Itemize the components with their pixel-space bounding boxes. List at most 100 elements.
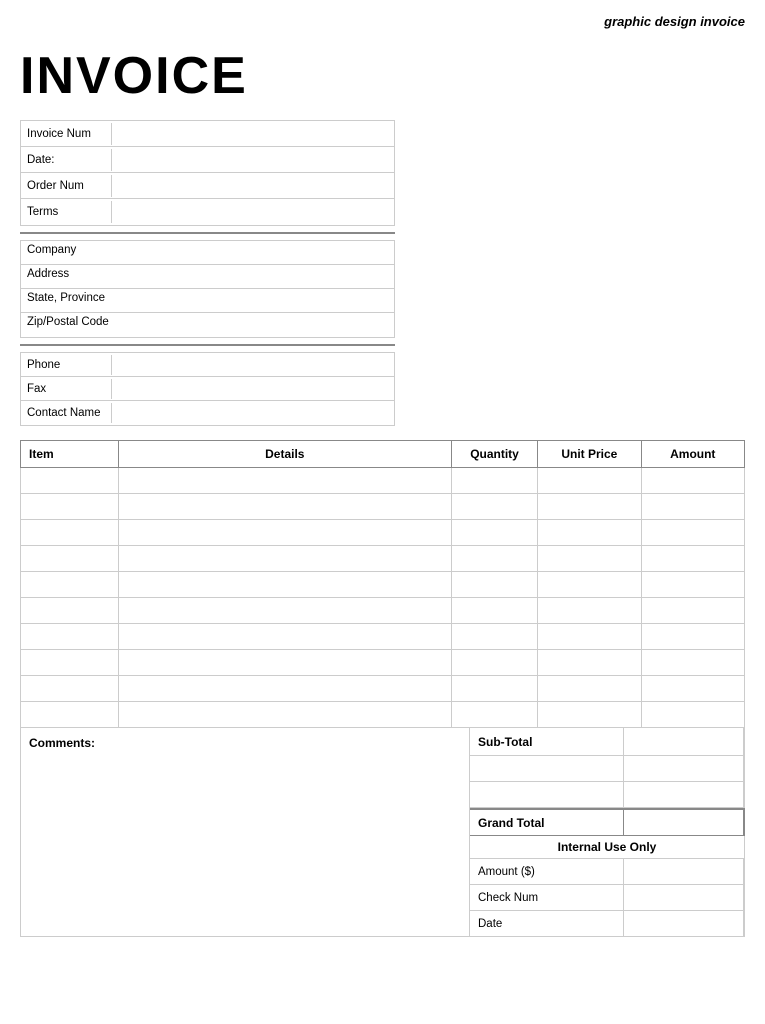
amount-dollar-value[interactable]: [624, 859, 744, 884]
details-cell[interactable]: [118, 598, 451, 624]
qty-cell[interactable]: [451, 624, 537, 650]
grand-total-value[interactable]: [624, 810, 744, 835]
item-cell[interactable]: [21, 520, 119, 546]
date-label: Date:: [21, 151, 111, 169]
price-cell[interactable]: [538, 624, 641, 650]
price-cell[interactable]: [538, 546, 641, 572]
item-cell[interactable]: [21, 468, 119, 494]
item-cell[interactable]: [21, 676, 119, 702]
contact-name-value[interactable]: [111, 403, 394, 423]
document-type-label: graphic design invoice: [604, 14, 745, 29]
amount-dollar-label: Amount ($): [470, 859, 624, 884]
invoice-num-value[interactable]: [111, 123, 394, 145]
col-header-quantity: Quantity: [451, 441, 537, 468]
details-cell[interactable]: [118, 494, 451, 520]
qty-cell[interactable]: [451, 494, 537, 520]
amount-cell[interactable]: [641, 468, 744, 494]
address-company: Company: [21, 241, 394, 265]
item-cell[interactable]: [21, 572, 119, 598]
amount-cell[interactable]: [641, 546, 744, 572]
price-cell[interactable]: [538, 494, 641, 520]
col-header-item: Item: [21, 441, 119, 468]
qty-cell[interactable]: [451, 702, 537, 728]
check-num-value[interactable]: [624, 885, 744, 910]
price-cell[interactable]: [538, 520, 641, 546]
internal-use-header: Internal Use Only: [470, 836, 745, 859]
phone-value[interactable]: [111, 355, 394, 375]
amount-cell[interactable]: [641, 598, 744, 624]
phone-label: Phone: [21, 356, 111, 374]
fax-value[interactable]: [111, 379, 394, 399]
info-row-terms: Terms: [21, 199, 394, 225]
comments-label: Comments:: [29, 736, 95, 750]
table-row: [21, 702, 745, 728]
totals-section: Sub-Total Grand Total Internal Use Only: [470, 728, 745, 937]
item-cell[interactable]: [21, 546, 119, 572]
table-row: [21, 676, 745, 702]
amount-cell[interactable]: [641, 650, 744, 676]
order-num-value[interactable]: [111, 175, 394, 197]
price-cell[interactable]: [538, 676, 641, 702]
qty-cell[interactable]: [451, 676, 537, 702]
price-cell[interactable]: [538, 702, 641, 728]
item-cell[interactable]: [21, 650, 119, 676]
subtotal-row: Sub-Total: [470, 728, 745, 756]
table-row: [21, 598, 745, 624]
amount-cell[interactable]: [641, 520, 744, 546]
qty-cell[interactable]: [451, 520, 537, 546]
internal-date-label: Date: [470, 911, 624, 936]
item-cell[interactable]: [21, 494, 119, 520]
table-row: [21, 494, 745, 520]
col-header-details: Details: [118, 441, 451, 468]
contact-row-phone: Phone: [21, 353, 394, 377]
info-row-invoice-num: Invoice Num: [21, 121, 394, 147]
qty-cell[interactable]: [451, 650, 537, 676]
details-cell[interactable]: [118, 676, 451, 702]
qty-cell[interactable]: [451, 598, 537, 624]
table-row: [21, 546, 745, 572]
details-cell[interactable]: [118, 702, 451, 728]
amount-cell[interactable]: [641, 676, 744, 702]
amount-cell[interactable]: [641, 624, 744, 650]
price-cell[interactable]: [538, 650, 641, 676]
info-row-date: Date:: [21, 147, 394, 173]
details-cell[interactable]: [118, 650, 451, 676]
amount-cell[interactable]: [641, 702, 744, 728]
price-cell[interactable]: [538, 572, 641, 598]
subtotal-label: Sub-Total: [470, 728, 624, 755]
details-cell[interactable]: [118, 468, 451, 494]
totals-blank-row-2: [470, 782, 745, 808]
item-cell[interactable]: [21, 702, 119, 728]
info-row-order-num: Order Num: [21, 173, 394, 199]
qty-cell[interactable]: [451, 572, 537, 598]
internal-row-check-num: Check Num: [470, 885, 745, 911]
terms-label: Terms: [21, 203, 111, 221]
details-cell[interactable]: [118, 624, 451, 650]
details-cell[interactable]: [118, 546, 451, 572]
qty-cell[interactable]: [451, 468, 537, 494]
table-row: [21, 624, 745, 650]
details-cell[interactable]: [118, 572, 451, 598]
invoice-num-label: Invoice Num: [21, 125, 111, 143]
item-cell[interactable]: [21, 598, 119, 624]
item-cell[interactable]: [21, 624, 119, 650]
qty-cell[interactable]: [451, 546, 537, 572]
terms-value[interactable]: [111, 201, 394, 223]
details-cell[interactable]: [118, 520, 451, 546]
divider-2: [20, 344, 395, 346]
price-cell[interactable]: [538, 468, 641, 494]
table-row: [21, 650, 745, 676]
subtotal-value[interactable]: [624, 728, 744, 755]
price-cell[interactable]: [538, 598, 641, 624]
contact-name-label: Contact Name: [21, 404, 111, 422]
grand-total-row: Grand Total: [470, 808, 745, 836]
address-zip: Zip/Postal Code: [21, 313, 394, 337]
check-num-label: Check Num: [470, 885, 624, 910]
internal-row-amount: Amount ($): [470, 859, 745, 885]
internal-date-value[interactable]: [624, 911, 744, 936]
amount-cell[interactable]: [641, 572, 744, 598]
internal-row-date: Date: [470, 911, 745, 937]
date-value[interactable]: [111, 149, 394, 171]
amount-cell[interactable]: [641, 494, 744, 520]
comments-area[interactable]: Comments:: [20, 728, 470, 937]
